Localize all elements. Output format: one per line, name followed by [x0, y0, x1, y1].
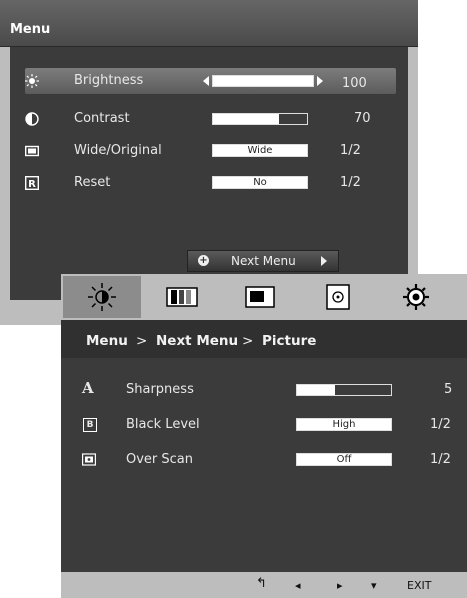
over-scan-option[interactable]: Off [296, 453, 392, 466]
menu-item-sharpness[interactable]: A Sharpness 5 [61, 378, 467, 402]
reset-label: Reset [74, 175, 111, 190]
black-level-option[interactable]: High [296, 418, 392, 431]
next-menu-label: Next Menu [231, 254, 296, 268]
breadcrumb-picture: Picture [262, 333, 317, 349]
sharpness-icon: A [82, 379, 94, 397]
next-menu-button[interactable]: + Next Menu [187, 250, 339, 272]
picture-menu-panel: Menu > Next Menu > Picture A Sharpness 5… [61, 274, 467, 598]
down-key[interactable]: ▾ [371, 579, 377, 592]
breadcrumb: Menu > Next Menu > Picture [61, 320, 467, 358]
sharpness-value: 5 [444, 382, 453, 397]
breadcrumb-menu[interactable]: Menu [86, 333, 128, 349]
menu-titlebar: Menu [0, 0, 418, 47]
menu-title: Menu [10, 22, 51, 37]
black-level-value: 1/2 [430, 417, 451, 432]
brightness-label: Brightness [74, 73, 144, 88]
display-icon [245, 286, 275, 308]
breadcrumb-separator: > [136, 333, 148, 349]
wide-original-label: Wide/Original [74, 143, 162, 158]
svg-text:R: R [28, 179, 36, 190]
sharpness-label: Sharpness [126, 382, 194, 397]
plus-icon: + [198, 255, 209, 266]
menu-item-brightness[interactable]: Brightness 100 [25, 68, 396, 94]
contrast-label: Contrast [74, 111, 130, 126]
button-guide-bar: ↰ ◂ ▸ ▾ EXIT [61, 572, 467, 598]
reset-icon: R [25, 176, 39, 190]
increase-arrow-icon[interactable] [317, 76, 323, 86]
contrast-bar[interactable] [212, 113, 308, 125]
black-level-label: Black Level [126, 417, 200, 432]
menu-item-black-level[interactable]: B Black Level High 1/2 [61, 413, 467, 437]
sharpness-fill [297, 385, 335, 395]
tab-display[interactable] [221, 276, 299, 318]
tab-bar [61, 274, 467, 320]
over-scan-label: Over Scan [126, 452, 194, 467]
decrease-arrow-icon[interactable] [203, 76, 209, 86]
brightness-value: 100 [342, 76, 367, 91]
reset-value: 1/2 [340, 175, 361, 190]
tab-picture[interactable] [63, 276, 141, 318]
black-level-icon: B [83, 418, 97, 432]
wide-icon [25, 145, 39, 157]
sun-icon [25, 74, 39, 88]
brightness-fill [213, 76, 313, 86]
wide-original-option[interactable]: Wide [212, 144, 308, 157]
reset-option[interactable]: No [212, 176, 308, 189]
color-bars-icon [166, 287, 198, 307]
right-arrow-icon [321, 256, 327, 266]
breadcrumb-next-menu[interactable]: Next Menu [156, 333, 238, 349]
over-scan-icon [82, 453, 96, 466]
tab-audio[interactable] [299, 276, 377, 318]
sharpness-bar[interactable] [296, 384, 392, 396]
audio-icon [326, 284, 350, 310]
left-key[interactable]: ◂ [295, 579, 301, 592]
breadcrumb-separator: > [242, 333, 254, 349]
menu-item-reset[interactable]: R Reset No 1/2 [10, 170, 408, 196]
contrast-fill [213, 114, 279, 124]
menu-item-wide-original[interactable]: Wide/Original Wide 1/2 [10, 138, 408, 164]
contrast-icon [25, 112, 39, 126]
menu-item-contrast[interactable]: Contrast 70 [10, 106, 408, 132]
over-scan-value: 1/2 [430, 452, 451, 467]
right-key[interactable]: ▸ [337, 579, 343, 592]
back-key[interactable]: ↰ [256, 576, 267, 591]
picture-sun-icon [88, 283, 116, 311]
tab-other[interactable] [377, 276, 455, 318]
exit-key[interactable]: EXIT [407, 579, 431, 592]
contrast-value: 70 [354, 111, 371, 126]
brightness-bar[interactable] [212, 75, 314, 87]
menu-body: Brightness 100 Contrast 70 Wide/Original… [10, 47, 408, 300]
tab-color[interactable] [143, 276, 221, 318]
wide-original-value: 1/2 [340, 143, 361, 158]
gear-icon [403, 284, 429, 310]
menu-item-over-scan[interactable]: Over Scan Off 1/2 [61, 448, 467, 472]
